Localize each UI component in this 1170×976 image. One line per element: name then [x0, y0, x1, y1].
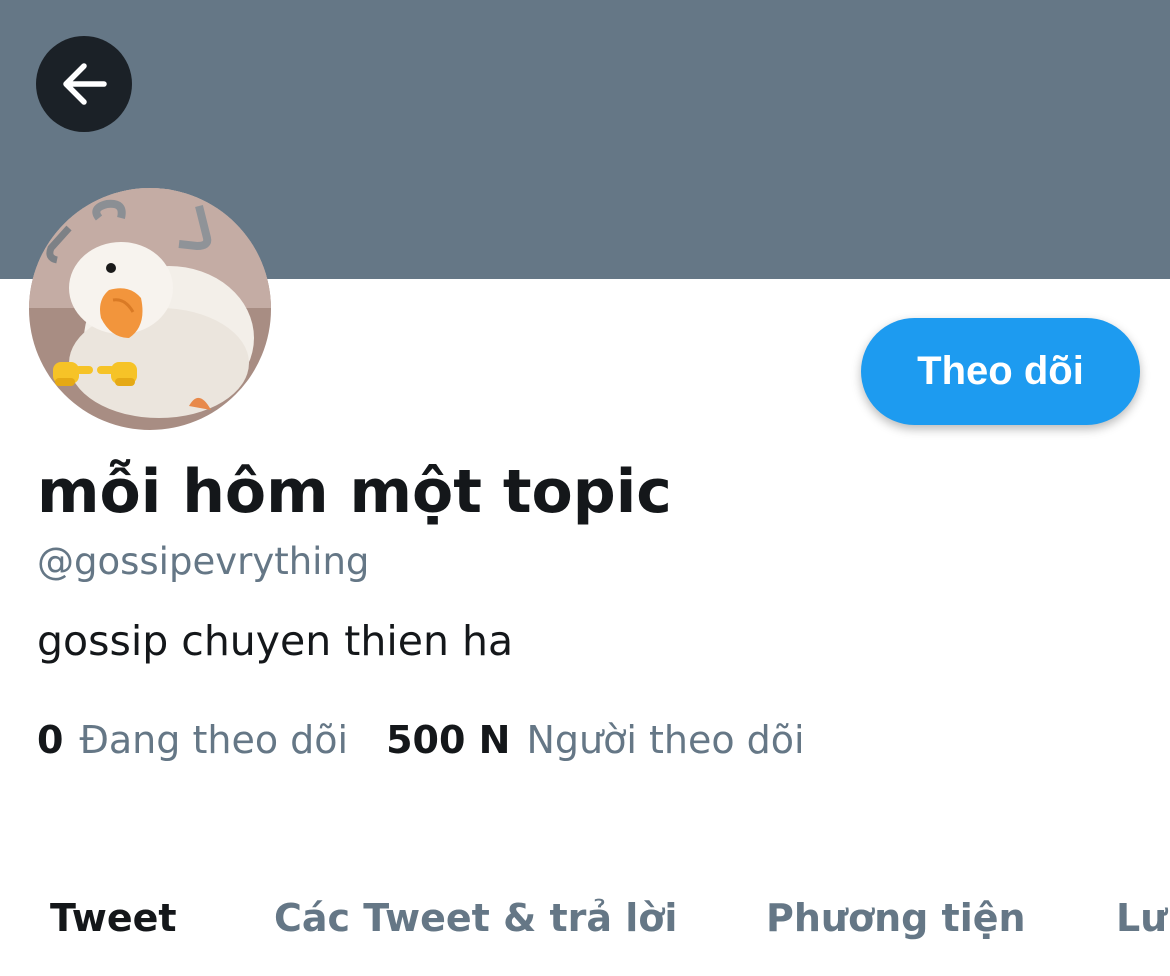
followers-label: Người theo dõi [526, 718, 805, 762]
profile-handle: @gossipevrything [37, 540, 370, 583]
followers-stat[interactable]: 500 N Người theo dõi [386, 718, 805, 764]
follow-button[interactable]: Theo dõi [861, 318, 1140, 425]
tab-media[interactable]: Phương tiện [766, 888, 1026, 948]
tab-tweets[interactable]: Tweet [50, 888, 177, 948]
back-button[interactable] [36, 36, 132, 132]
profile-tabs: Tweet Các Tweet & trả lời Phương tiện Lư [0, 888, 1170, 948]
following-label: Đang theo dõi [79, 718, 349, 762]
following-stat[interactable]: 0 Đang theo dõi [37, 718, 348, 764]
avatar[interactable] [29, 188, 271, 430]
duck-avatar-image [29, 188, 271, 430]
tab-likes[interactable]: Lư [1116, 888, 1167, 948]
following-count: 0 [37, 718, 64, 762]
profile-page: Theo dõi mỗi hôm một topic @gossipevryth… [0, 0, 1170, 976]
profile-stats: 0 Đang theo dõi 500 N Người theo dõi [37, 718, 805, 764]
followers-count: 500 N [386, 718, 511, 762]
arrow-left-icon [63, 63, 107, 105]
tab-tweets-and-replies[interactable]: Các Tweet & trả lời [274, 888, 677, 948]
profile-bio: gossip chuyen thien ha [37, 617, 514, 665]
display-name: mỗi hôm một topic [37, 457, 672, 527]
